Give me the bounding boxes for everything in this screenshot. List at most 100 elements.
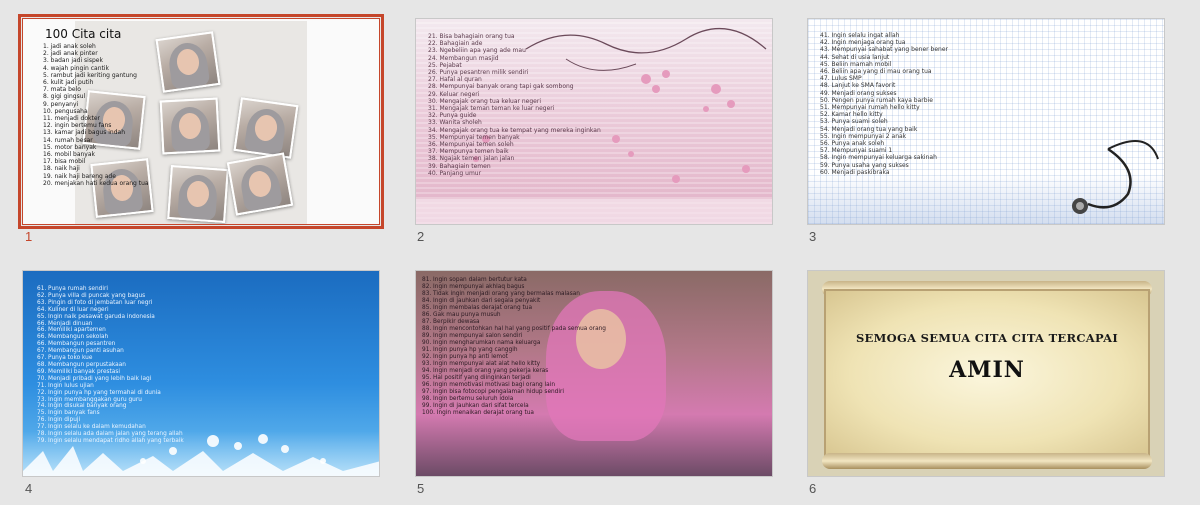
- list-item: 66. Menjadi dinuan: [37, 320, 93, 327]
- list-item: 20. menjakan hati kedua orang tua: [43, 179, 149, 187]
- list-item: 74. Ingin disukai banyak orang: [37, 403, 127, 410]
- list-item: 40. Panjang umur: [428, 169, 482, 177]
- slide-sorter: 100 Cita cita 1. jadi anak soleh 2. jadi …: [0, 0, 1200, 505]
- list-item: 39. Bahagiain temen: [428, 162, 491, 170]
- scroll-roll-bottom: [822, 453, 1152, 469]
- slide-thumbnail-2[interactable]: 21. Bisa bahagiain orang tua 22. Bahagiai…: [415, 18, 773, 225]
- list-item: 90. Ingin mengharumkan nama keluarga: [422, 340, 541, 346]
- list-item: 12. ingin bertemu fans: [43, 122, 112, 130]
- list-item: 67. Punya toko kue: [37, 355, 93, 362]
- slide-number-2: 2: [417, 229, 425, 244]
- text-list: 41. Ingin selalu ingat allah 42. Ingin me…: [820, 32, 948, 176]
- slide-thumbnail-6[interactable]: SEMOGA SEMUA CITA CITA TERCAPAI AMIN: [807, 270, 1165, 477]
- list-item: 11. menjadi dokter: [43, 115, 100, 123]
- list-item: 91. Ingin punya hp yang canggih: [422, 347, 518, 353]
- list-item: 83. Tidak ingin menjadi orang yang berma…: [422, 291, 580, 297]
- list-item: 44. Sehat di usia lanjut: [820, 53, 890, 61]
- list-item: 64. Kuliner di luar negeri: [37, 306, 109, 313]
- closing-message: SEMOGA SEMUA CITA CITA TERCAPAI: [855, 331, 1119, 345]
- list-item: 45. Beliin mamah mobil: [820, 60, 892, 68]
- list-item: 19. naik haji bareng ade: [43, 172, 116, 180]
- list-item: 2. jadi anak pinter: [43, 50, 98, 58]
- list-item: 79. Ingin selalu mendapat ridho allah ya…: [37, 437, 184, 444]
- list-item: 15. motor banyak: [43, 143, 97, 151]
- list-item: 42. Ingin menjaga orang tua: [820, 39, 906, 47]
- list-item: 84. Ingin di jauhkan dari segala penyaki…: [422, 298, 541, 304]
- list-item: 85. Ingin membalas derajat orang tua: [422, 305, 533, 311]
- slide-number-3: 3: [809, 229, 817, 244]
- list-item: 35. Mempunyai temen banyak: [428, 133, 520, 141]
- slide-thumbnail-1[interactable]: 100 Cita cita 1. jadi anak soleh 2. jadi …: [18, 14, 384, 229]
- list-item: 13. kamar jadi bagus indah: [43, 129, 126, 137]
- list-item: 78. Ingin selalu ada dalam jalan yang te…: [37, 431, 183, 438]
- slide-number-6: 6: [809, 481, 817, 496]
- text-list: 81. Ingin sopan dalam bertutur kata 82. I…: [422, 277, 606, 417]
- list-item: 4. wajah pingin cantik: [43, 64, 110, 72]
- list-item: 1. jadi anak soleh: [43, 43, 96, 50]
- list-item: 63. Pingin di foto di jembatan luar negr…: [37, 299, 153, 306]
- closing-amin: AMIN: [949, 357, 1025, 383]
- list-item: 52. Kamar hello kitty: [820, 111, 883, 119]
- list-item: 100. Ingin menaikan derajat orang tua: [422, 410, 534, 416]
- list-item: 98. Ingin bertemu seluruh idola: [422, 396, 514, 402]
- list-item: 75. Ingin banyak fans: [37, 410, 100, 417]
- list-item: 50. Pengen punya rumah kaya barbie: [820, 96, 933, 104]
- list-item: 73. Ingin membanggakan guru guru: [37, 396, 142, 403]
- list-item: 65. Ingin naik pesawat garuda indonesia: [37, 313, 155, 320]
- slide-thumbnail-4[interactable]: 61. Punya rumah sendiri 62. Punya villa d…: [22, 270, 380, 477]
- list-item: 66. Membangun pesantren: [37, 341, 116, 348]
- list-item: 86. Gak mau punya musuh: [422, 312, 501, 318]
- text-list: 1. jadi anak soleh 2. jadi anak pinter 3. …: [43, 43, 149, 187]
- list-item: 14. rumah besar: [43, 136, 93, 144]
- slide-number-4: 4: [25, 481, 33, 496]
- list-item: 53. Punya suami soleh: [820, 118, 888, 126]
- slide-number-1: 1: [25, 229, 33, 244]
- list-item: 60. Menjadi paskibraka: [820, 168, 890, 176]
- list-item: 89. Ingin mempunyai salon sendiri: [422, 333, 523, 339]
- list-item: 69. Memiliki banyak prestasi: [37, 368, 120, 375]
- list-item: 48. Lanjut ke SMA favorit: [820, 82, 896, 90]
- list-item: 37. Mempunya temen baik: [428, 148, 509, 156]
- photo: [159, 97, 221, 155]
- list-item: 61. Punya rumah sendiri: [37, 286, 108, 292]
- list-item: 21. Bisa bahagiain orang tua: [428, 33, 515, 40]
- list-item: 32. Punya guide: [428, 112, 477, 120]
- list-item: 58. Ingin mempunyai keluarga sakinah: [820, 154, 937, 162]
- list-item: 26. Punya pesantren milik sendiri: [428, 69, 529, 77]
- list-item: 47. Lulus SMP: [820, 75, 862, 83]
- list-item: 59. Punya usaha yang sukses: [820, 161, 909, 169]
- list-item: 94. Ingin menjadi orang yang pekerja ker…: [422, 368, 549, 374]
- list-item: 72. Ingin punya hp yang termahal di duni…: [37, 389, 161, 396]
- slide-title: 100 Cita cita: [45, 27, 122, 41]
- list-item: 27. Hafal al quran: [428, 76, 482, 84]
- photo: [167, 165, 229, 223]
- list-item: 68. Membangun perpustakaan: [37, 361, 126, 368]
- list-item: 30. Mengajak orang tua keluar negeri: [428, 97, 542, 105]
- slide-thumbnail-5[interactable]: 81. Ingin sopan dalam bertutur kata 82. I…: [415, 270, 773, 477]
- slide-number-5: 5: [417, 481, 425, 496]
- list-item: 3. badan jadi sispek: [43, 57, 103, 65]
- list-item: 34. Mengajak orang tua ke tempat yang me…: [428, 126, 601, 134]
- list-item: 43. Mempunyai sahabat yang bener bener: [820, 46, 948, 54]
- list-item: 49. Menjadi orang sukses: [820, 89, 897, 97]
- list-item: 6. kulit jadi putih: [43, 79, 94, 87]
- list-item: 81. Ingin sopan dalam bertutur kata: [422, 277, 527, 283]
- slide-thumbnail-3[interactable]: 41. Ingin selalu ingat allah 42. Ingin me…: [807, 18, 1165, 225]
- photo: [226, 152, 294, 216]
- list-item: 33. Wanita sholeh: [428, 119, 482, 127]
- list-item: 99. Ingin di jauhkan dari sifat tercela: [422, 403, 529, 409]
- list-item: 25. Pejabat: [428, 61, 462, 69]
- list-item: 66. Membangun sekolah: [37, 334, 109, 341]
- list-item: 36. Mempunyai temen soleh: [428, 141, 514, 149]
- text-list: 21. Bisa bahagiain orang tua 22. Bahagiai…: [428, 33, 601, 177]
- list-item: 22. Bahagiain ade: [428, 40, 483, 48]
- list-item: 51. Mempunyai rumah hello kitty: [820, 104, 920, 112]
- list-item: 54. Menjadi orang tua yang baik: [820, 125, 918, 133]
- list-item: 9. penyanyi: [43, 100, 79, 108]
- list-item: 17. bisa mobil: [43, 158, 86, 166]
- list-item: 93. Ingin mempunyai alat alat hello kitt…: [422, 361, 541, 367]
- list-item: 46. Beliin apa yang di mau orang tua: [820, 68, 932, 76]
- list-item: 82. Ingin mempunyai akhlaq bagus: [422, 284, 525, 290]
- list-item: 67. Membangun panti asuhan: [37, 348, 124, 355]
- list-item: 23. Ngebeliin apa yang ade mau: [428, 47, 526, 55]
